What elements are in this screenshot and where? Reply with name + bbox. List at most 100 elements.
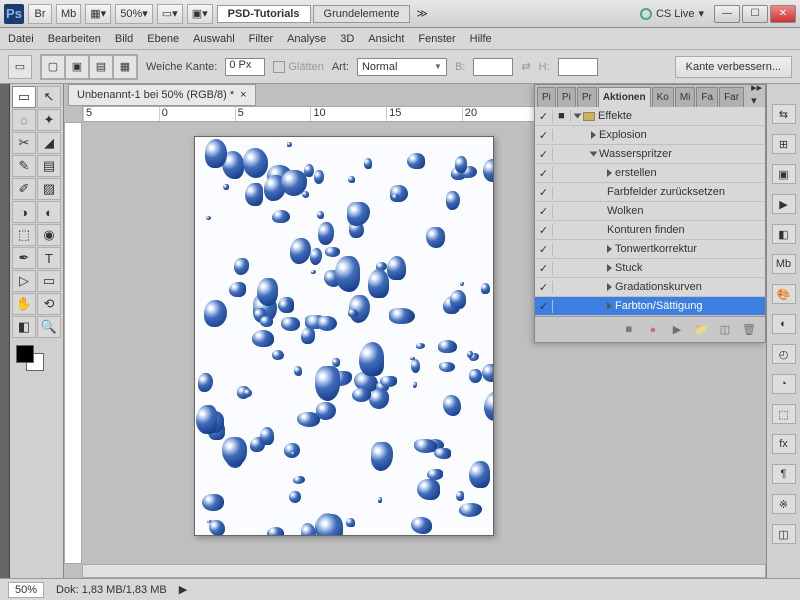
action-toggle-checkbox[interactable]: ✓ [535, 205, 553, 218]
tool-0-0[interactable]: ▭ [12, 86, 36, 108]
rail-icon-11[interactable]: fx [772, 434, 796, 454]
tool-8-1[interactable]: ▭ [37, 270, 61, 292]
menu-fenster[interactable]: Fenster [418, 33, 455, 45]
disclosure-triangle-icon[interactable] [607, 264, 612, 272]
addsel-icon[interactable]: ▣ [65, 55, 89, 79]
rail-icon-8[interactable]: ◴ [772, 344, 796, 364]
rail-icon-9[interactable]: ◔ [772, 374, 796, 394]
rail-icon-5[interactable]: Mb [772, 254, 796, 274]
rail-icon-3[interactable]: ▶ [772, 194, 796, 214]
horizontal-scrollbar[interactable] [82, 564, 766, 578]
screenmode-button[interactable]: ▣▾ [187, 4, 213, 24]
document-tab[interactable]: Unbenannt-1 bei 50% (RGB/8) *× [68, 84, 256, 106]
panel-menu-icon[interactable]: ▸▸ ▾ [745, 85, 765, 107]
minibridge-button[interactable]: Mb [56, 4, 81, 24]
action-toggle-checkbox[interactable]: ✓ [535, 262, 553, 275]
workspace-tab-active[interactable]: PSD-Tutorials [217, 5, 311, 23]
bridge-button[interactable]: Br [28, 4, 52, 24]
newsel-icon[interactable]: ▢ [41, 55, 65, 79]
menu-analyse[interactable]: Analyse [287, 33, 326, 45]
action-row[interactable]: ✓Wasserspritzer [535, 145, 765, 164]
action-row[interactable]: ✓Farbfelder zurücksetzen [535, 183, 765, 202]
tool-3-1[interactable]: ▤ [37, 155, 61, 177]
minimize-button[interactable]: — [714, 5, 740, 23]
newset-icon[interactable]: 📁 [693, 323, 709, 337]
subsel-icon[interactable]: ▤ [89, 55, 113, 79]
tool-1-0[interactable]: ◌ [12, 109, 36, 131]
tool-5-1[interactable]: ◐ [37, 201, 61, 223]
rail-icon-2[interactable]: ▣ [772, 164, 796, 184]
action-toggle-checkbox[interactable]: ✓ [535, 281, 553, 294]
action-row[interactable]: ✓Konturen finden [535, 221, 765, 240]
menu-filter[interactable]: Filter [249, 33, 273, 45]
tool-4-1[interactable]: ▨ [37, 178, 61, 200]
disclosure-triangle-icon[interactable] [607, 302, 612, 310]
action-toggle-checkbox[interactable]: ✓ [535, 110, 553, 123]
disclosure-triangle-icon[interactable] [590, 152, 598, 157]
menu-auswahl[interactable]: Auswahl [193, 33, 235, 45]
style-select[interactable]: Normal▼ [357, 58, 447, 76]
tool-10-0[interactable]: ◧ [12, 316, 36, 338]
action-toggle-checkbox[interactable]: ✓ [535, 300, 553, 313]
antialiasing-checkbox[interactable] [273, 61, 285, 73]
tool-9-0[interactable]: ✋ [12, 293, 36, 315]
tool-6-1[interactable]: ◉ [37, 224, 61, 246]
tool-3-0[interactable]: ✎ [12, 155, 36, 177]
panel-tab-pi[interactable]: Pi [537, 87, 556, 107]
action-row[interactable]: ✓Explosion [535, 126, 765, 145]
action-row[interactable]: ✓Farbton/Sättigung [535, 297, 765, 316]
disclosure-triangle-icon[interactable] [607, 169, 612, 177]
panel-tab-aktionen[interactable]: Aktionen [598, 87, 651, 107]
panel-tab-mi[interactable]: Mi [675, 87, 696, 107]
feather-input[interactable]: 0 Px [225, 58, 265, 76]
action-toggle-checkbox[interactable]: ✓ [535, 129, 553, 142]
disclosure-triangle-icon[interactable] [607, 245, 612, 253]
status-arrow-icon[interactable]: ▶ [179, 583, 187, 596]
panel-tab-pr[interactable]: Pr [577, 87, 597, 107]
rail-icon-10[interactable]: ⬚ [772, 404, 796, 424]
tool-10-1[interactable]: 🔍 [37, 316, 61, 338]
tool-6-0[interactable]: ⬚ [12, 224, 36, 246]
menu-datei[interactable]: Datei [8, 33, 34, 45]
rail-icon-6[interactable]: 🎨 [772, 284, 796, 304]
rail-icon-4[interactable]: ◧ [772, 224, 796, 244]
action-row[interactable]: ✓■Effekte [535, 107, 765, 126]
more-icon[interactable]: ≫ [412, 7, 432, 20]
close-tab-icon[interactable]: × [240, 89, 246, 101]
maximize-button[interactable]: ☐ [742, 5, 768, 23]
panel-tab-fa[interactable]: Fa [696, 87, 718, 107]
newaction-icon[interactable]: ◫ [717, 323, 733, 337]
menu-3d[interactable]: 3D [340, 33, 354, 45]
intersel-icon[interactable]: ▦ [113, 55, 137, 79]
tool-7-0[interactable]: ✒ [12, 247, 36, 269]
zoom-dropdown[interactable]: 50% ▾ [115, 4, 153, 24]
stop-icon[interactable]: ◾ [621, 323, 637, 337]
workspace-tab-inactive[interactable]: Grundelemente [313, 5, 411, 23]
foreground-swatch[interactable] [16, 345, 34, 363]
action-row[interactable]: ✓Stuck [535, 259, 765, 278]
tool-8-0[interactable]: ▷ [12, 270, 36, 292]
menu-bild[interactable]: Bild [115, 33, 133, 45]
tool-5-0[interactable]: ◑ [12, 201, 36, 223]
close-button[interactable]: ✕ [770, 5, 796, 23]
action-toggle-checkbox[interactable]: ✓ [535, 186, 553, 199]
rail-icon-14[interactable]: ◫ [772, 524, 796, 544]
refine-edge-button[interactable]: Kante verbessern... [675, 56, 792, 78]
panel-tab-pi[interactable]: Pi [557, 87, 576, 107]
panel-tab-ko[interactable]: Ko [652, 87, 674, 107]
menu-bearbeiten[interactable]: Bearbeiten [48, 33, 101, 45]
document-canvas[interactable] [194, 136, 494, 536]
action-row[interactable]: ✓Wolken [535, 202, 765, 221]
tool-2-1[interactable]: ◢ [37, 132, 61, 154]
action-row[interactable]: ✓Tonwertkorrektur [535, 240, 765, 259]
action-toggle-checkbox[interactable]: ✓ [535, 148, 553, 161]
panel-tab-far[interactable]: Far [719, 87, 744, 107]
menu-ansicht[interactable]: Ansicht [368, 33, 404, 45]
tool-4-0[interactable]: ✐ [12, 178, 36, 200]
rail-icon-12[interactable]: ¶ [772, 464, 796, 484]
action-row[interactable]: ✓Gradationskurven [535, 278, 765, 297]
action-row[interactable]: ✓erstellen [535, 164, 765, 183]
tool-0-1[interactable]: ↖ [37, 86, 61, 108]
action-toggle-checkbox[interactable]: ✓ [535, 243, 553, 256]
menu-hilfe[interactable]: Hilfe [470, 33, 492, 45]
